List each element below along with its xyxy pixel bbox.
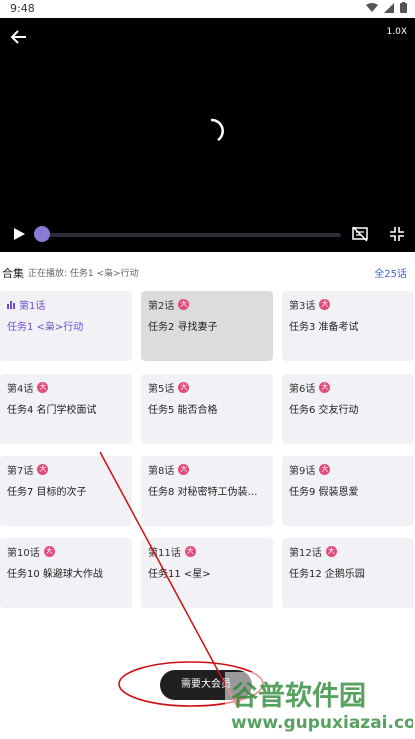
episode-number-row: 第10话大: [7, 544, 125, 559]
progress-track[interactable]: [36, 233, 341, 237]
episode-title: 任务8 对秘密特工伪装…: [148, 487, 258, 498]
episode-card[interactable]: 第8话大任务8 对秘密特工伪装…: [141, 456, 273, 526]
danmaku-off-icon[interactable]: [352, 226, 368, 242]
episode-number-row: 第7话大: [7, 462, 125, 477]
episode-number-row: 第3话大: [289, 297, 407, 312]
play-icon[interactable]: [12, 227, 26, 241]
episode-number: 第10话: [7, 548, 40, 559]
status-icons: [366, 2, 407, 13]
now-playing-icon: [7, 300, 15, 309]
wifi-icon: [366, 2, 378, 12]
episode-number-row: 第1话: [7, 297, 125, 312]
episode-card[interactable]: 第11话大任务11 <星>: [141, 538, 273, 608]
episode-card[interactable]: 第6话大任务6 交友行动: [282, 374, 414, 444]
episode-title: 任务1 <枭>行动: [7, 322, 84, 333]
vip-badge-icon: 大: [178, 382, 190, 393]
collection-title: 合集: [2, 267, 24, 280]
episode-number-row: 第6话大: [289, 380, 407, 395]
episode-number: 第6话: [289, 384, 316, 395]
episode-number: 第11话: [148, 548, 181, 559]
episode-title: 任务10 躲避球大作战: [7, 569, 103, 580]
arrow-left-icon[interactable]: [10, 28, 28, 46]
episode-card[interactable]: 第2话大任务2 寻找妻子: [141, 291, 273, 361]
episode-card[interactable]: 第7话大任务7 目标的次子: [0, 456, 132, 526]
episode-number: 第1话: [19, 301, 46, 312]
status-time: 9:48: [10, 2, 35, 15]
episode-card[interactable]: 第5话大任务5 能否合格: [141, 374, 273, 444]
spinner-icon: [210, 118, 224, 142]
collection-header: 合集 正在播放: 任务1 <枭>行动 全25话: [0, 264, 415, 282]
episode-number: 第7话: [7, 466, 34, 477]
episode-card[interactable]: 第3话大任务3 准备考试: [282, 291, 414, 361]
svg-text:www.gupuxiazai.com: www.gupuxiazai.com: [231, 713, 413, 733]
episode-title: 任务11 <星>: [148, 569, 211, 580]
episode-number-row: 第9话大: [289, 462, 407, 477]
vip-badge-icon: 大: [319, 299, 331, 310]
battery-icon: [400, 2, 407, 13]
episode-title: 任务2 寻找妻子: [148, 322, 218, 333]
episode-card[interactable]: 第4话大任务4 名门学校面试: [0, 374, 132, 444]
episode-number: 第4话: [7, 384, 34, 395]
episode-number-row: 第4话大: [7, 380, 125, 395]
episode-title: 任务6 交友行动: [289, 405, 359, 416]
video-player[interactable]: 1.0X: [0, 18, 415, 252]
episode-number-row: 第11话大: [148, 544, 266, 559]
episode-title: 任务7 目标的次子: [7, 487, 87, 498]
vip-badge-icon: 大: [37, 464, 49, 475]
vip-badge-icon: 大: [184, 546, 196, 557]
now-playing-text: 正在播放: 任务1 <枭>行动: [28, 269, 139, 279]
episode-title: 任务5 能否合格: [148, 405, 218, 416]
episode-number: 第5话: [148, 384, 175, 395]
all-episodes-link[interactable]: 全25话: [374, 265, 407, 280]
episode-card[interactable]: 第10话大任务10 躲避球大作战: [0, 538, 132, 608]
episode-number: 第8话: [148, 466, 175, 477]
vip-badge-icon: 大: [37, 382, 49, 393]
vip-badge-icon: 大: [319, 382, 331, 393]
signal-icon: [384, 2, 394, 13]
episode-card[interactable]: 第1话任务1 <枭>行动: [0, 291, 132, 361]
status-bar: 9:48: [0, 0, 415, 18]
watermark-logo: 谷普软件园 www.gupuxiazai.com: [225, 672, 413, 736]
episode-card[interactable]: 第9话大任务9 假装恩爱: [282, 456, 414, 526]
player-controls: [0, 223, 415, 247]
episode-number: 第12话: [289, 548, 322, 559]
exit-fullscreen-icon[interactable]: [389, 226, 405, 242]
vip-badge-icon: 大: [43, 546, 55, 557]
vip-badge-icon: 大: [178, 299, 190, 310]
episode-title: 任务9 假装恩爱: [289, 487, 359, 498]
svg-text:谷普软件园: 谷普软件园: [231, 680, 366, 712]
episode-number: 第9话: [289, 466, 316, 477]
episode-number: 第2话: [148, 301, 175, 312]
episode-number: 第3话: [289, 301, 316, 312]
episode-number-row: 第8话大: [148, 462, 266, 477]
episode-number-row: 第12话大: [289, 544, 407, 559]
episode-number-row: 第5话大: [148, 380, 266, 395]
vip-badge-icon: 大: [319, 464, 331, 475]
progress-knob[interactable]: [34, 226, 51, 242]
episode-title: 任务3 准备考试: [289, 322, 359, 333]
episode-title: 任务4 名门学校面试: [7, 405, 97, 416]
episode-card[interactable]: 第12话大任务12 企鹅乐园: [282, 538, 414, 608]
vip-badge-icon: 大: [178, 464, 190, 475]
speed-button[interactable]: 1.0X: [387, 27, 407, 37]
episode-number-row: 第2话大: [148, 297, 266, 312]
episode-title: 任务12 企鹅乐园: [289, 569, 365, 580]
vip-badge-icon: 大: [325, 546, 337, 557]
